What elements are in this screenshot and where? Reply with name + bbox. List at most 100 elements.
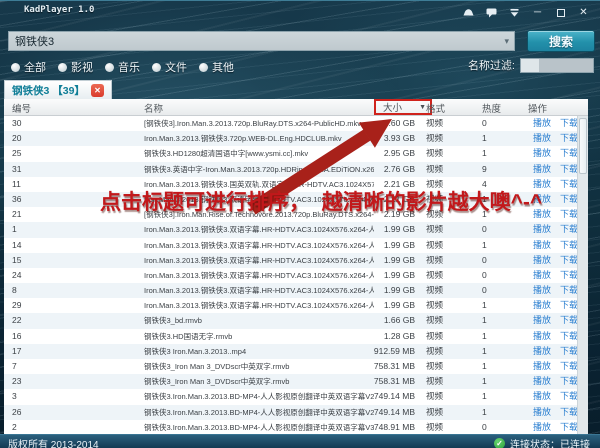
row-play-link[interactable]: 播放	[533, 359, 551, 374]
table-row[interactable]: 7钢铁侠3_Iron Man 3_DVDscr中英双字.rmvb758.31 M…	[4, 359, 588, 374]
row-download-link[interactable]: 下载	[560, 420, 578, 435]
row-download-link[interactable]: 下载	[560, 405, 578, 420]
maximize-icon[interactable]	[554, 7, 567, 18]
radio-icon	[58, 63, 67, 72]
row-format: 视频	[426, 268, 443, 283]
row-play-link[interactable]: 播放	[533, 389, 551, 404]
row-download-link[interactable]: 下载	[560, 131, 578, 146]
row-download-link[interactable]: 下载	[560, 253, 578, 268]
row-play-link[interactable]: 播放	[533, 329, 551, 344]
row-heat: 1	[482, 405, 487, 420]
row-play-link[interactable]: 播放	[533, 222, 551, 237]
connection-status: ✓ 连接状态：已连接	[494, 436, 590, 448]
row-play-link[interactable]: 播放	[533, 313, 551, 328]
row-play-link[interactable]: 播放	[533, 146, 551, 161]
minimize-icon[interactable]: ─	[531, 7, 544, 18]
row-download-link[interactable]: 下载	[560, 283, 578, 298]
table-row[interactable]: 26钢铁侠3.Iron.Man.3.2013.BD-MP4-人人影视原创翻译中英…	[4, 405, 588, 420]
scrollbar-thumb[interactable]	[579, 118, 587, 174]
size-sort-highlight-box[interactable]: 大小 ▼	[374, 99, 432, 115]
row-download-link[interactable]: 下载	[560, 162, 578, 177]
row-download-link[interactable]: 下载	[560, 177, 578, 192]
table-row[interactable]: 15Iron.Man.3.2013.钢铁侠3.双语字幕.HR-HDTV.AC3.…	[4, 253, 588, 268]
row-play-link[interactable]: 播放	[533, 405, 551, 420]
header-size[interactable]: 大小	[383, 100, 402, 114]
row-play-link[interactable]: 播放	[533, 420, 551, 435]
skin-icon[interactable]	[508, 7, 521, 18]
table-row[interactable]: 22钢铁侠3_bd.rmvb1.66 GB视频1播放下载	[4, 313, 588, 328]
row-download-link[interactable]: 下载	[560, 389, 578, 404]
row-download-link[interactable]: 下载	[560, 116, 578, 131]
row-download-link[interactable]: 下载	[560, 344, 578, 359]
table-row[interactable]: 31钢铁侠3.英语中字-Iron.Man.3.2013.720p.HDRip.U…	[4, 162, 588, 177]
row-index: 31	[12, 162, 21, 177]
row-download-link[interactable]: 下载	[560, 374, 578, 389]
title-bar[interactable]: KadPlayer 1.0 ─ ✕	[0, 1, 600, 27]
row-play-link[interactable]: 播放	[533, 283, 551, 298]
row-download-link[interactable]: 下载	[560, 313, 578, 328]
close-icon[interactable]: ✕	[577, 7, 590, 18]
row-download-link[interactable]: 下载	[560, 359, 578, 374]
row-download-link[interactable]: 下载	[560, 238, 578, 253]
row-index: 24	[12, 268, 21, 283]
row-play-link[interactable]: 播放	[533, 253, 551, 268]
row-play-link[interactable]: 播放	[533, 238, 551, 253]
table-row[interactable]: 30[钢铁侠3].Iron.Man.3.2013.720p.BluRay.DTS…	[4, 116, 588, 131]
search-dropdown-icon[interactable]: ▾	[504, 36, 509, 47]
table-row[interactable]: 11Iron.Man.3.2013.钢铁侠3.国英双轨.双语字幕.HR-HDTV…	[4, 177, 588, 192]
row-play-link[interactable]: 播放	[533, 374, 551, 389]
row-download-link[interactable]: 下载	[560, 222, 578, 237]
table-row[interactable]: 23钢铁侠3_Iron Man 3_DVDscr中英双字.rmvb758.31 …	[4, 374, 588, 389]
vip-hat-icon[interactable]	[462, 7, 475, 18]
table-row[interactable]: 14Iron.Man.3.2013.钢铁侠3.双语字幕.HR-HDTV.AC3.…	[4, 238, 588, 253]
row-index: 15	[12, 253, 21, 268]
row-play-link[interactable]: 播放	[533, 298, 551, 313]
row-play-link[interactable]: 播放	[533, 162, 551, 177]
header-operations: 操作	[528, 101, 547, 115]
row-play-link[interactable]: 播放	[533, 131, 551, 146]
table-row[interactable]: 16钢铁侠3.HD国语无字.rmvb1.28 GB视频1播放下载	[4, 329, 588, 344]
category-label: 影视	[71, 59, 93, 75]
row-play-link[interactable]: 播放	[533, 268, 551, 283]
tab-close-icon[interactable]: ✕	[91, 84, 104, 97]
row-download-link[interactable]: 下载	[560, 192, 578, 207]
row-play-link[interactable]: 播放	[533, 177, 551, 192]
category-all[interactable]: 全部	[11, 59, 46, 75]
vertical-scrollbar[interactable]	[577, 116, 588, 435]
table-row[interactable]: 1Iron.Man.3.2013.钢铁侠3.双语字幕.HR-HDTV.AC3.1…	[4, 222, 588, 237]
category-video[interactable]: 影视	[58, 59, 93, 75]
sort-caret-icon[interactable]: ▼	[419, 104, 426, 111]
row-play-link[interactable]: 播放	[533, 116, 551, 131]
table-row[interactable]: 3钢铁侠3.Iron.Man.3.2013.BD-MP4-人人影视原创翻译中英双…	[4, 389, 588, 404]
category-file[interactable]: 文件	[152, 59, 187, 75]
table-row[interactable]: 17钢铁侠3 Iron.Man.3.2013..mp4912.59 MB视频1播…	[4, 344, 588, 359]
category-other[interactable]: 其他	[199, 59, 234, 75]
table-row[interactable]: 8Iron.Man.3.2013.钢铁侠3.双语字幕.HR-HDTV.AC3.1…	[4, 283, 588, 298]
radio-icon	[152, 63, 161, 72]
category-music[interactable]: 音乐	[105, 59, 140, 75]
row-download-link[interactable]: 下载	[560, 207, 578, 222]
row-play-link[interactable]: 播放	[533, 344, 551, 359]
table-row[interactable]: 29Iron.Man.3.2013.钢铁侠3.双语字幕.HR-HDTV.AC3.…	[4, 298, 588, 313]
row-download-link[interactable]: 下载	[560, 268, 578, 283]
header-id[interactable]: 编号	[12, 101, 31, 115]
row-download-link[interactable]: 下载	[560, 146, 578, 161]
row-download-link[interactable]: 下载	[560, 329, 578, 344]
table-row[interactable]: 20Iron.Man.3.2013.钢铁侠3.720p.WEB-DL.Eng.H…	[4, 131, 588, 146]
header-name[interactable]: 名称	[144, 101, 163, 115]
search-button[interactable]: 搜索	[527, 30, 595, 52]
row-play-link[interactable]: 播放	[533, 207, 551, 222]
search-input[interactable]: 钢铁侠3 ▾	[8, 31, 515, 51]
row-play-link[interactable]: 播放	[533, 192, 551, 207]
table-row[interactable]: 36Iron.Man.3.2013.钢铁侠3.双语字幕.HR-HDTV.AC3.…	[4, 192, 588, 207]
table-row[interactable]: 21[钢铁侠3].Iron.Man.Rise.of.Technovore.201…	[4, 207, 588, 222]
table-row[interactable]: 25钢铁侠3.HD1280超清国语中字[www.ysmi.cc].mkv2.95…	[4, 146, 588, 161]
table-row[interactable]: 24Iron.Man.3.2013.钢铁侠3.双语字幕.HR-HDTV.AC3.…	[4, 268, 588, 283]
tab-search-result[interactable]: 钢铁侠3 【39】 ✕	[4, 80, 112, 99]
message-icon[interactable]	[485, 7, 498, 18]
name-filter-input[interactable]	[520, 58, 594, 73]
header-format[interactable]: 格式	[426, 101, 445, 115]
header-heat[interactable]: 热度	[482, 101, 501, 115]
row-download-link[interactable]: 下载	[560, 298, 578, 313]
table-row[interactable]: 2钢铁侠3.Iron.Man.3.2013.BD-MP4-人人影视原创翻译中英双…	[4, 420, 588, 435]
